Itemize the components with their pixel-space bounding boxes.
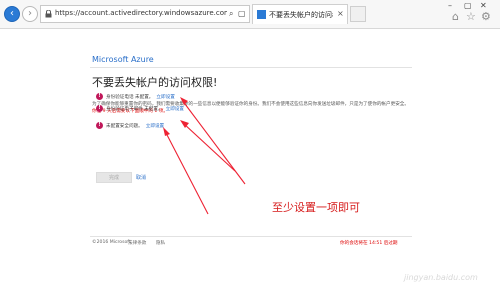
page-content: Microsoft Azure 不要丢失帐户的访问权限! 为了确保你能够重置你的… — [0, 29, 500, 294]
window-close-icon[interactable]: ✕ — [480, 1, 487, 10]
footer-copyright: ©2016 Microsoft — [92, 240, 131, 245]
tab-close-icon[interactable]: × — [337, 9, 344, 18]
arrow-head-questions — [163, 127, 170, 136]
watermark: jingyan.baidu.com — [404, 273, 478, 282]
home-icon[interactable]: ⌂ — [452, 10, 459, 23]
annotation-arrows — [163, 97, 246, 215]
tab-title: 不要丢失帐户的访问权限! — [269, 11, 333, 19]
favorites-star-icon[interactable]: ☆ — [466, 10, 476, 23]
maximize-icon[interactable]: ▢ — [464, 1, 472, 10]
browser-tab[interactable]: 不要丢失帐户的访问权限! × — [252, 4, 348, 24]
session-expiry-note: 你的会话将在 14:51 后过期 — [340, 241, 398, 246]
address-bar[interactable]: https://account.activedirectory.windowsa… — [40, 5, 250, 23]
new-tab-button[interactable] — [350, 6, 366, 22]
lock-icon — [45, 10, 52, 18]
arrow-to-questions — [164, 130, 209, 215]
arrow-to-phone — [181, 99, 246, 185]
footer-link-legal[interactable]: 法律条款 — [128, 241, 146, 246]
browser-toolbar: ‹ › https://account.activedirectory.wind… — [0, 0, 500, 29]
footer-link-privacy[interactable]: 隐私 — [156, 241, 165, 246]
settings-gear-icon[interactable]: ⚙ — [481, 10, 491, 23]
search-icon[interactable]: ⌕ — [229, 9, 233, 19]
annotation-note: 至少设置一项即可 — [272, 201, 360, 214]
back-button[interactable]: ‹ — [4, 6, 20, 22]
minimize-icon[interactable]: – — [448, 1, 452, 10]
footer-links: 法律条款 隐私 — [128, 240, 173, 246]
tab-favicon-icon — [257, 10, 266, 19]
arrow-head-phone — [180, 97, 188, 105]
arrow-to-security — [182, 122, 236, 172]
address-url[interactable]: https://account.activedirectory.windowsa… — [55, 9, 227, 17]
forward-button[interactable]: › — [22, 6, 38, 22]
footer-divider — [90, 236, 412, 237]
lock-indicator-icon[interactable]: ▢ — [238, 9, 246, 18]
